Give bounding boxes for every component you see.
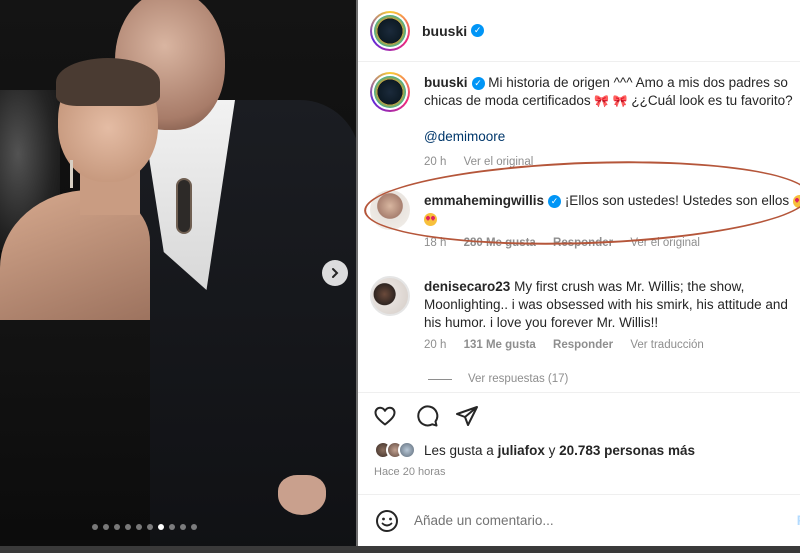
caption: buuski ✓ Mi historia de origen ^^^ Amo a … <box>370 72 800 172</box>
action-bar <box>358 392 800 436</box>
comment-meta: 20 h 131 Me gusta Responder Ver traducci… <box>424 339 718 351</box>
mention-link[interactable]: @demimoore <box>424 129 505 144</box>
caption-time: 20 h <box>424 156 447 168</box>
share-button[interactable] <box>454 403 480 429</box>
add-comment-bar: Añade un comentario... Pu <box>358 494 800 546</box>
avatar[interactable] <box>370 72 410 112</box>
comment-text: emmahemingwillis ✓ ¡Ellos son ustedes! Us… <box>424 192 800 228</box>
carousel-dot <box>103 524 109 530</box>
comment-body-line2: Moonlighting.. i was obsessed with his s… <box>424 297 788 312</box>
chevron-right-icon <box>332 268 339 278</box>
carousel-dot <box>147 524 153 530</box>
caption-line2-tail: ¿¿Cuál look es tu favorito? <box>631 93 793 108</box>
verified-badge-icon: ✓ <box>471 24 485 37</box>
photo-woman-hair <box>56 58 160 106</box>
verified-badge-icon: ✓ <box>548 194 562 208</box>
comment-time: 20 h <box>424 339 447 351</box>
comment-text: denisecaro23 My first crush was Mr. Will… <box>424 278 800 332</box>
comment-body-line3: his humor. i love you forever Mr. Willis… <box>424 315 659 330</box>
reply-button[interactable]: Responder <box>553 339 613 351</box>
verified-badge-icon: ✓ <box>471 76 485 90</box>
emoji-icon <box>376 509 398 532</box>
post-timestamp: Hace 20 horas <box>374 466 446 478</box>
translate-link[interactable]: Ver traducción <box>630 339 704 351</box>
comment-username[interactable]: emmahemingwillis <box>424 193 544 208</box>
photo-man-hand <box>278 475 326 515</box>
comment-input[interactable]: Añade un comentario... <box>414 513 554 528</box>
likes-others[interactable]: 20.783 personas más <box>559 443 695 458</box>
caption-username[interactable]: buuski <box>424 75 468 90</box>
comment-likes[interactable]: 131 Me gusta <box>464 339 536 351</box>
like-button[interactable] <box>372 403 398 429</box>
post-header: buuski ✓ <box>358 0 800 62</box>
caption-meta: 20 h Ver el original <box>424 156 547 168</box>
likes-user[interactable]: juliafox <box>498 443 545 458</box>
heart-eyes-emoji-icon <box>424 212 437 226</box>
carousel-dot <box>191 524 197 530</box>
comment-icon <box>417 405 439 427</box>
bottom-strip <box>0 546 800 553</box>
comment-time: 18 h <box>424 237 447 249</box>
photo-earring <box>70 160 73 188</box>
bow-emoji-icon: 🎀 🎀 <box>594 94 628 108</box>
heart-eyes-emoji-icon <box>792 194 800 208</box>
carousel-dot <box>180 524 186 530</box>
comment-item: emmahemingwillis ✓ ¡Ellos son ustedes! Us… <box>370 190 800 250</box>
post-username[interactable]: buuski <box>422 23 467 39</box>
share-icon <box>456 406 478 426</box>
avatar <box>398 441 416 459</box>
see-original-link[interactable]: Ver el original <box>630 237 700 249</box>
comment-likes[interactable]: 280 Me gusta <box>464 237 536 249</box>
comment-body-line1: My first crush was Mr. Willis; the show, <box>514 279 745 294</box>
comment-button[interactable] <box>414 403 440 429</box>
carousel-next-button[interactable] <box>322 260 348 286</box>
emoji-button[interactable] <box>374 508 400 534</box>
caption-line2: chicas de moda certificados <box>424 93 591 108</box>
comment-item: denisecaro23 My first crush was Mr. Will… <box>370 276 800 366</box>
comment-username[interactable]: denisecaro23 <box>424 279 510 294</box>
post-photo[interactable] <box>0 0 356 553</box>
comment-body: ¡Ellos son ustedes! Ustedes son ellos <box>564 193 790 208</box>
reply-button[interactable]: Responder <box>553 237 613 249</box>
see-original-link[interactable]: Ver el original <box>464 156 534 168</box>
view-replies-label: Ver respuestas (17) <box>468 373 569 385</box>
carousel-dot <box>125 524 131 530</box>
likes-text: Les gusta a juliafox y 20.783 personas m… <box>424 442 695 458</box>
post-side-panel: buuski ✓ buuski ✓ Mi historia de origen ^… <box>358 0 800 553</box>
carousel-dot <box>92 524 98 530</box>
carousel-dot <box>169 524 175 530</box>
photo-sunglasses <box>176 178 192 234</box>
avatar[interactable] <box>370 10 410 51</box>
avatar[interactable] <box>370 190 410 230</box>
divider <box>428 378 452 380</box>
comment-meta: 18 h 280 Me gusta Responder Ver el origi… <box>424 237 714 249</box>
instagram-post-view: buuski ✓ buuski ✓ Mi historia de origen ^… <box>0 0 800 553</box>
caption-line1: Mi historia de origen ^^^ Amo a mis dos … <box>488 75 788 90</box>
avatar[interactable] <box>370 276 410 316</box>
caption-text: buuski ✓ Mi historia de origen ^^^ Amo a … <box>424 74 800 146</box>
heart-icon <box>374 406 396 426</box>
carousel-dots <box>92 524 197 530</box>
carousel-dot <box>114 524 120 530</box>
view-replies-button[interactable]: Ver respuestas (17) <box>428 373 568 385</box>
carousel-dot <box>136 524 142 530</box>
likes-summary[interactable]: Les gusta a juliafox y 20.783 personas m… <box>374 441 695 459</box>
carousel-dot <box>158 524 164 530</box>
